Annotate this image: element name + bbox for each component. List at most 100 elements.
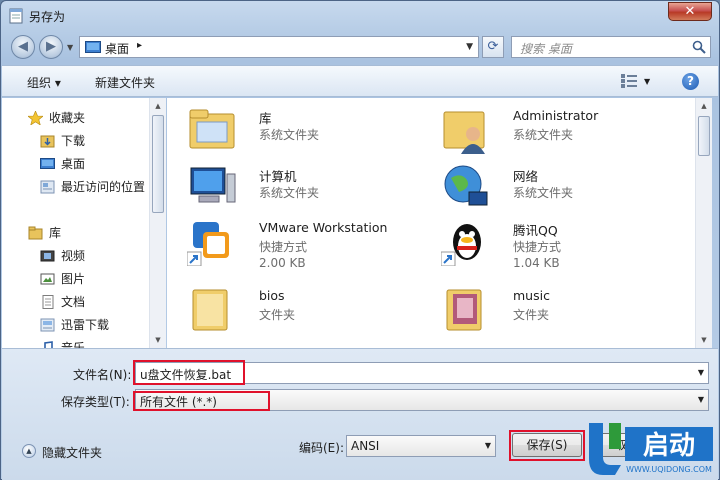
breadcrumb-chevron-icon[interactable]: ▸: [137, 40, 142, 51]
encoding-label: 编码(E):: [299, 441, 344, 455]
file-name: Administrator: [513, 108, 599, 123]
file-type: 系统文件夹: [259, 128, 320, 142]
file-name: bios: [259, 288, 285, 303]
help-button[interactable]: ?: [682, 73, 699, 90]
address-bar[interactable]: 桌面 ▸ ▼: [79, 36, 479, 58]
file-item-administrator[interactable]: Administrator 系统文件夹: [441, 104, 691, 164]
network-icon: [444, 165, 488, 206]
file-list-pane: 库 系统文件夹 Administrator 系统文件夹 计算机 系统文件夹 网络…: [167, 98, 695, 348]
file-name: music: [513, 288, 550, 303]
filetype-label: 保存类型(T):: [61, 395, 130, 409]
desktop-icon: [40, 158, 55, 169]
navigation-pane: 收藏夹 下载 桌面 最近访问的位置 库 视频 图片 文档 迅雷下载 音乐: [2, 98, 166, 348]
search-input[interactable]: 搜索 桌面: [511, 36, 711, 58]
filename-highlight: [133, 360, 245, 385]
hide-folders-label: 隐藏文件夹: [42, 446, 103, 460]
nav-label-thunder-download: 迅雷下载: [61, 318, 110, 332]
command-toolbar: 组织 ▾ 新建文件夹 ▼ ?: [2, 65, 718, 97]
thunder-download-icon: [40, 318, 55, 332]
window-title: 另存为: [29, 10, 66, 24]
file-item-music[interactable]: music 文件夹: [441, 284, 691, 344]
folder-icon: [192, 289, 228, 331]
forward-arrow-icon: ▶: [46, 39, 56, 54]
nav-label-music: 音乐: [61, 341, 86, 348]
file-size: 2.00 KB: [259, 256, 306, 270]
vmware-icon: [187, 222, 229, 266]
file-type: 系统文件夹: [513, 128, 574, 142]
user-folder-icon: [443, 111, 485, 154]
nav-label-libraries: 库: [49, 226, 62, 240]
computer-icon: [190, 167, 236, 203]
view-dropdown-icon[interactable]: ▼: [644, 77, 650, 86]
back-arrow-icon: ◀: [18, 39, 28, 54]
save-button-highlight: [509, 430, 585, 461]
encoding-value: ANSI: [351, 439, 380, 453]
video-icon: [40, 250, 55, 262]
uqidong-logo: 启动 WWW.UQIDONG.COM: [589, 423, 713, 475]
recent-places-icon: [40, 180, 55, 194]
new-folder-button[interactable]: 新建文件夹: [95, 74, 155, 91]
filename-dropdown-icon[interactable]: ▼: [698, 368, 704, 377]
file-item-libraries[interactable]: 库 系统文件夹: [187, 104, 437, 164]
close-button[interactable]: ✕: [668, 2, 712, 21]
file-type: 快捷方式: [259, 240, 308, 254]
download-folder-icon: [40, 135, 55, 148]
filename-label: 文件名(N):: [73, 368, 132, 382]
scroll-up-icon[interactable]: ▲: [150, 98, 166, 114]
search-placeholder: 搜索 桌面: [520, 42, 572, 56]
file-item-computer[interactable]: 计算机 系统文件夹: [187, 162, 437, 222]
nav-label-pictures: 图片: [61, 272, 86, 286]
file-item-network[interactable]: 网络 系统文件夹: [441, 162, 691, 222]
scrollbar-thumb[interactable]: [698, 116, 710, 156]
scrollbar-thumb[interactable]: [152, 115, 164, 213]
file-size: 1.04 KB: [513, 256, 560, 270]
scroll-up-icon[interactable]: ▲: [696, 98, 712, 114]
encoding-select[interactable]: ANSI ▼: [346, 435, 496, 457]
encoding-dropdown-icon[interactable]: ▼: [485, 441, 491, 450]
file-pane-scrollbar[interactable]: ▲ ▼: [695, 98, 712, 348]
search-icon[interactable]: [692, 40, 706, 54]
view-options-icon[interactable]: [621, 74, 637, 88]
file-type: 系统文件夹: [259, 186, 320, 200]
library-folder-icon: [189, 109, 235, 149]
notepad-icon: [9, 8, 23, 24]
file-name: 库: [259, 111, 272, 126]
forward-button[interactable]: ▶: [39, 35, 63, 59]
breadcrumb-desktop[interactable]: 桌面: [105, 40, 129, 57]
filetype-highlight: [133, 391, 270, 411]
logo-text: 启动: [643, 430, 695, 461]
recent-locations-dropdown-icon[interactable]: ▼: [67, 43, 73, 52]
file-type: 系统文件夹: [513, 186, 574, 200]
file-type: 文件夹: [259, 308, 296, 322]
pictures-icon: [40, 273, 55, 285]
file-name: 腾讯QQ: [513, 223, 558, 238]
library-icon: [28, 226, 43, 240]
file-item-vmware[interactable]: VMware Workstation 快捷方式 2.00 KB: [187, 216, 437, 276]
nav-pane-scrollbar[interactable]: ▲ ▼: [149, 98, 166, 348]
documents-icon: [42, 295, 54, 309]
collapse-arrow-icon: ▲: [22, 444, 36, 458]
scroll-down-icon[interactable]: ▼: [150, 332, 166, 348]
nav-label-desktop: 桌面: [61, 157, 86, 171]
refresh-icon: ⟳: [487, 39, 499, 54]
music-icon: [44, 341, 53, 348]
file-type: 快捷方式: [513, 240, 562, 254]
file-item-qq[interactable]: 腾讯QQ 快捷方式 1.04 KB: [441, 216, 691, 276]
nav-label-favorites: 收藏夹: [49, 111, 86, 125]
file-name: 计算机: [259, 169, 297, 184]
qq-penguin-icon: [441, 224, 481, 266]
filetype-dropdown-icon[interactable]: ▼: [698, 395, 704, 404]
file-item-bios[interactable]: bios 文件夹: [187, 284, 437, 344]
nav-label-downloads: 下载: [61, 134, 86, 148]
nav-label-recent-places: 最近访问的位置: [61, 180, 146, 194]
refresh-button[interactable]: ⟳: [482, 36, 504, 58]
organize-button[interactable]: 组织 ▾: [27, 74, 61, 91]
star-icon: [28, 111, 43, 125]
title-bar[interactable]: 另存为 ✕: [1, 1, 719, 31]
scroll-down-icon[interactable]: ▼: [696, 332, 712, 348]
file-name: 网络: [513, 169, 539, 184]
nav-label-videos: 视频: [61, 249, 86, 263]
nav-label-documents: 文档: [61, 295, 86, 309]
back-button[interactable]: ◀: [11, 35, 35, 59]
address-dropdown-icon[interactable]: ▼: [466, 42, 473, 52]
